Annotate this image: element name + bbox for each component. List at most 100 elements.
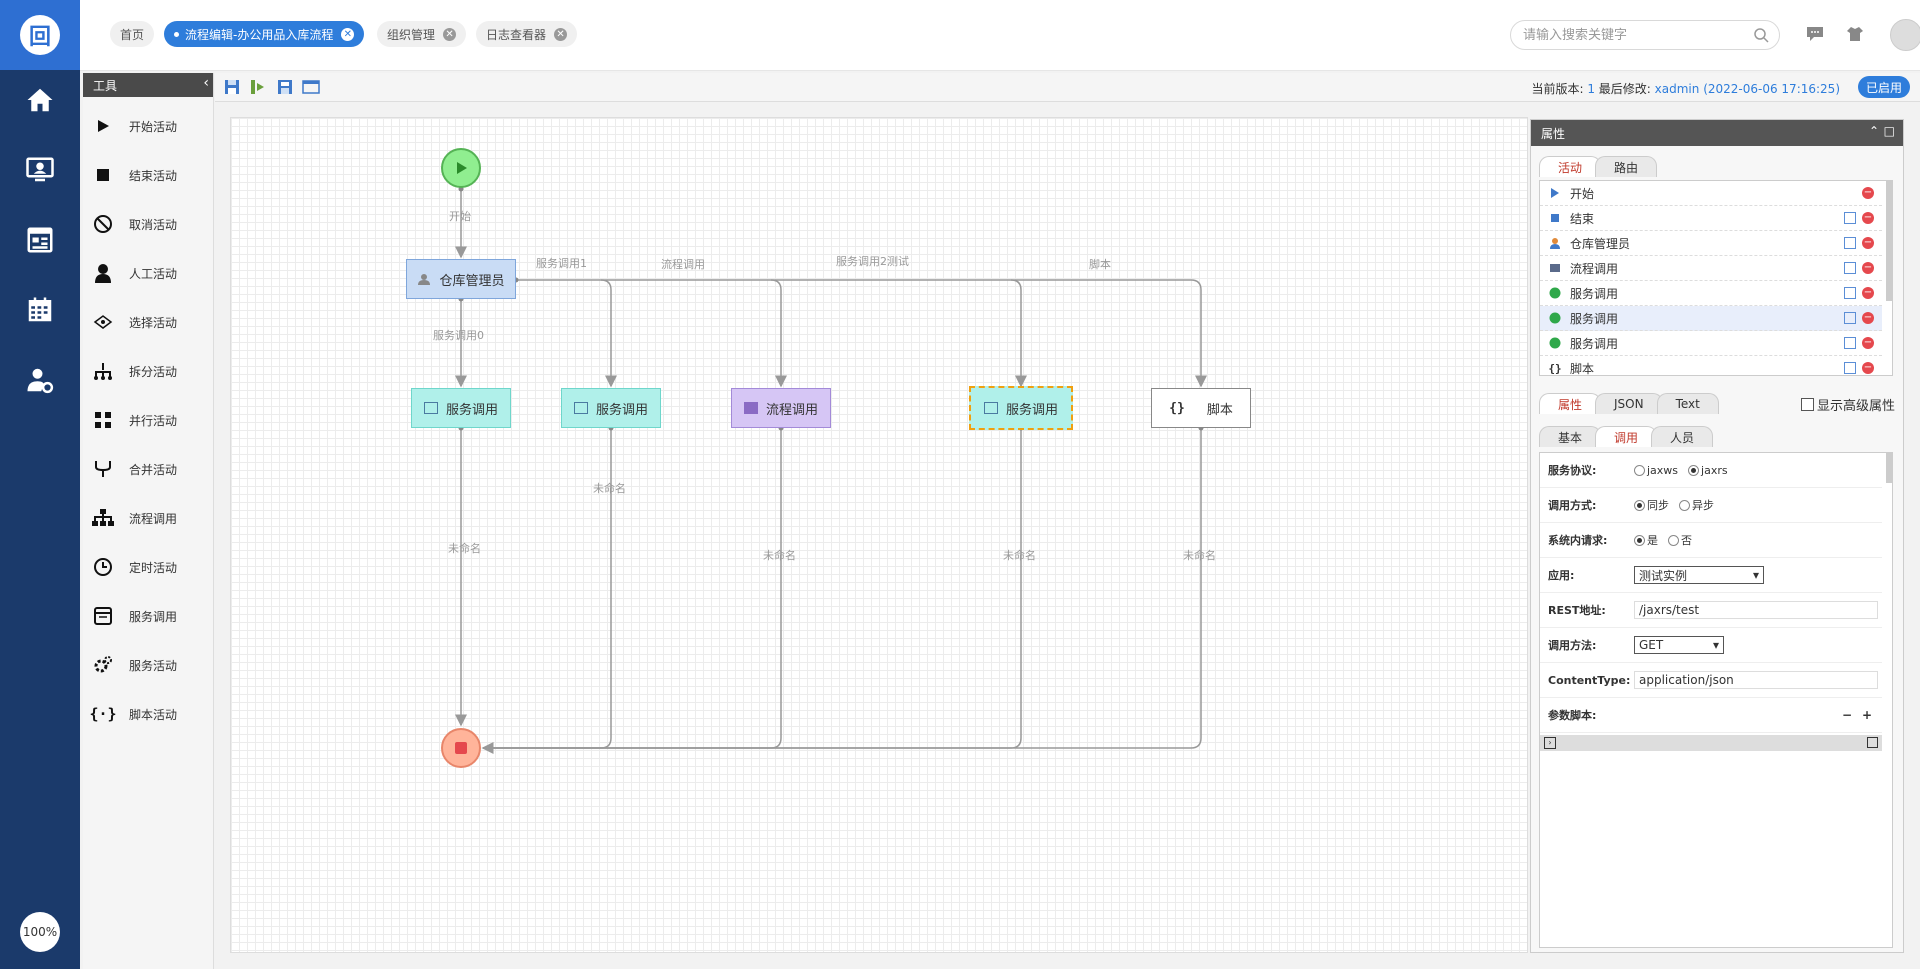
advanced-checkbox[interactable] [1800,398,1814,411]
tab-org-management[interactable]: 组织管理 ✕ [377,21,467,47]
close-icon[interactable]: ✕ [341,27,355,41]
list-item-selected[interactable]: 服务调用 − [1540,306,1882,331]
service-call-node[interactable]: 服务调用 [411,388,511,428]
delete-icon[interactable]: − [1862,237,1874,249]
tab-routes[interactable]: 路由 [1595,156,1658,177]
delete-icon[interactable]: − [1862,262,1874,274]
copy-icon[interactable] [1844,287,1856,299]
radio-jaxws[interactable]: jaxws [1634,464,1678,477]
copy-icon[interactable] [1844,337,1856,349]
avatar[interactable] [1890,19,1920,51]
copy-icon[interactable] [1844,212,1856,224]
service-call-node-selected[interactable]: 服务调用 [969,386,1073,430]
tab-text[interactable]: Text [1656,393,1719,414]
user-settings-icon[interactable] [0,352,80,408]
advanced-toggle[interactable]: 显示高级属性 [1800,395,1895,414]
tab-log-viewer[interactable]: 日志查看器 ✕ [476,21,578,47]
app-select[interactable]: 测试实例 ▾ [1634,566,1764,584]
delete-icon[interactable]: − [1862,287,1874,299]
start-node[interactable] [441,148,481,188]
tool-merge[interactable]: 合并活动 [91,449,213,489]
collapse-script-button[interactable]: − [1842,708,1852,722]
tab-json[interactable]: JSON [1595,393,1663,414]
zoom-level[interactable]: 100% [20,912,60,952]
copy-icon[interactable] [1844,312,1856,324]
tool-manual[interactable]: 人工活动 [91,253,213,293]
publish-icon[interactable] [249,78,267,96]
radio-button[interactable] [1668,534,1679,546]
tab-home[interactable]: 首页 [110,21,155,47]
tool-timer[interactable]: 定时活动 [91,547,213,587]
collapse-icon[interactable]: ⌃ [1869,124,1879,138]
delete-icon[interactable]: − [1862,362,1874,374]
save-as-icon[interactable] [276,78,294,96]
service-call-node[interactable]: 服务调用 [561,388,661,428]
tool-service-call[interactable]: 服务调用 [91,596,213,636]
radio-sync[interactable]: 同步 [1634,497,1669,513]
tool-process-call[interactable]: 流程调用 [91,498,213,538]
tab-personnel[interactable]: 人员 [1651,426,1714,447]
tool-cancel[interactable]: 取消活动 [91,204,213,244]
tool-script[interactable]: {·} 脚本活动 [89,694,213,734]
manager-node[interactable]: 仓库管理员 [406,259,516,299]
calendar-icon[interactable] [0,282,80,338]
save-icon[interactable] [223,78,241,96]
list-item[interactable]: 服务调用 − [1540,281,1882,306]
close-icon[interactable]: ✕ [554,27,568,41]
delete-icon[interactable]: − [1862,212,1874,224]
list-item[interactable]: 结束 − [1540,206,1882,231]
monitor-user-icon[interactable] [0,142,80,198]
flow-canvas[interactable]: 开始 仓库管理员 服务调用0 服务调用1 流程调用 服务调用2测试 脚本 服务调… [230,117,1528,953]
copy-icon[interactable] [1844,262,1856,274]
delete-icon[interactable]: − [1862,187,1874,199]
tool-split[interactable]: 拆分活动 [91,351,213,391]
list-item[interactable]: 仓库管理员 − [1540,231,1882,256]
radio-jaxrs[interactable]: jaxrs [1688,464,1728,477]
radio-button[interactable] [1679,499,1690,511]
tool-parallel[interactable]: 并行活动 [91,400,213,440]
newspaper-icon[interactable] [0,212,80,268]
delete-icon[interactable]: − [1862,312,1874,324]
radio-button[interactable] [1688,464,1700,476]
radio-async[interactable]: 异步 [1679,497,1714,513]
window-icon[interactable] [302,78,320,96]
message-icon[interactable] [1803,22,1827,46]
process-call-node[interactable]: 流程调用 [731,388,831,428]
script-node[interactable]: {} 脚本 [1151,388,1251,428]
maximize-icon[interactable] [1867,737,1878,748]
logo[interactable]: 回 [0,0,80,70]
copy-icon[interactable] [1844,362,1856,374]
tab-invoke[interactable]: 调用 [1595,426,1658,447]
tab-activities[interactable]: 活动 [1539,156,1602,177]
method-select[interactable]: GET ▾ [1634,636,1724,654]
radio-button[interactable] [1634,464,1645,476]
delete-icon[interactable]: − [1862,337,1874,349]
list-item[interactable]: 流程调用 − [1540,256,1882,281]
search-input[interactable] [1521,26,1753,44]
radio-button[interactable] [1634,499,1645,511]
script-editor[interactable]: › [1540,735,1882,935]
end-node[interactable] [441,728,481,768]
expand-script-button[interactable]: + [1862,708,1872,722]
tab-basic[interactable]: 基本 [1539,426,1602,447]
maximize-icon[interactable]: □ [1884,124,1895,138]
radio-button[interactable] [1634,534,1645,546]
list-item[interactable]: 开始 − [1540,181,1882,206]
scrollbar[interactable] [1886,181,1892,301]
skin-icon[interactable] [1843,22,1867,46]
tool-start[interactable]: 开始活动 [91,106,213,146]
radio-yes[interactable]: 是 [1634,532,1658,548]
search-icon[interactable] [1753,27,1769,43]
status-badge[interactable]: 已启用 [1857,76,1910,98]
tab-process-edit[interactable]: 流程编辑-办公用品入库流程 ✕ [164,21,365,47]
close-icon[interactable]: ✕ [443,27,457,41]
tab-properties[interactable]: 属性 [1539,393,1602,414]
content-type-input[interactable]: application/json [1634,671,1878,689]
list-item[interactable]: {} 脚本 − [1540,356,1882,375]
tool-end[interactable]: 结束活动 [91,155,213,195]
tool-choice[interactable]: 选择活动 [91,302,213,342]
collapse-icon[interactable]: ‹ [203,75,209,91]
tool-service-activity[interactable]: 服务活动 [91,645,213,685]
home-icon[interactable] [0,72,80,128]
run-icon[interactable]: › [1544,737,1556,749]
